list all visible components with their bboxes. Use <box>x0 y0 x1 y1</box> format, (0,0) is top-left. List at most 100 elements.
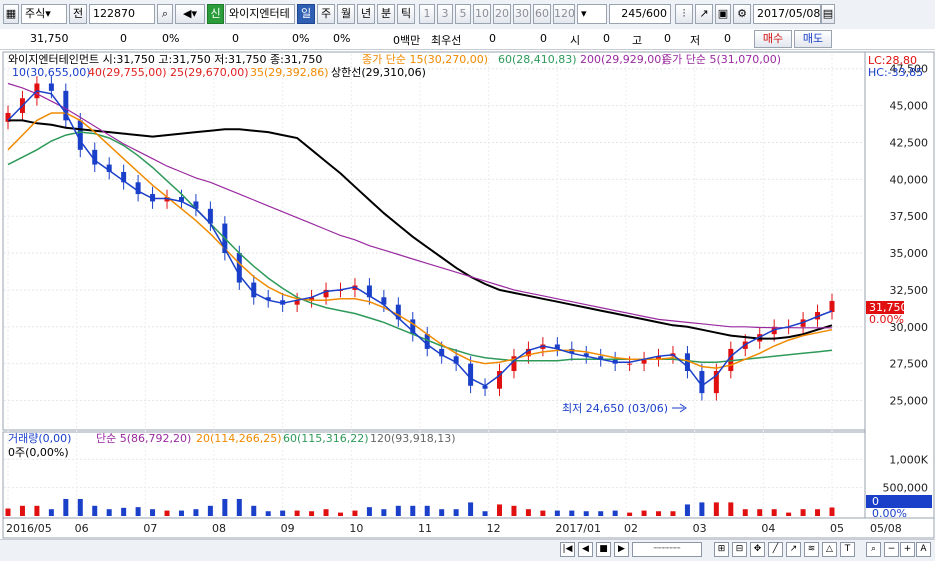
interval-button-5[interactable]: 5 <box>455 4 471 24</box>
period-tab-week[interactable]: 주 <box>317 4 335 24</box>
volume-bar <box>757 509 763 516</box>
low-label: 저 <box>690 34 701 47</box>
interval-button-3[interactable]: 3 <box>437 4 453 24</box>
period-tab-tick[interactable]: 틱 <box>397 4 415 24</box>
volume-bar <box>713 502 719 516</box>
volume-bar <box>540 510 546 516</box>
period-tab-year[interactable]: 년 <box>357 4 375 24</box>
volume-legend-ma60: 60(115,316,22) <box>283 432 369 445</box>
price-tick-label: 35,000 <box>890 247 929 260</box>
trade-amount: 0백만 <box>393 34 421 47</box>
market-type-select[interactable]: 주식▾ <box>21 4 67 24</box>
volume-bar <box>482 511 488 516</box>
stock-name-field: 와이지엔터테 <box>225 4 295 24</box>
prev-page-icon[interactable]: ◀ <box>578 542 593 557</box>
trend-icon[interactable]: ↗ <box>786 542 801 557</box>
price-tick-label: 45,000 <box>890 100 929 113</box>
period-tab-month[interactable]: 월 <box>337 4 355 24</box>
fib-icon[interactable]: ≋ <box>804 542 819 557</box>
cursor-icon[interactable]: ✥ <box>750 542 765 557</box>
volume-pct: 0% <box>292 32 310 45</box>
period-tab-minute[interactable]: 분 <box>377 4 395 24</box>
stock-code-input[interactable]: 122870 <box>89 4 155 24</box>
interval-button-1[interactable]: 1 <box>419 4 435 24</box>
volume-bar <box>265 511 271 516</box>
text-tool-icon[interactable]: T <box>840 542 855 557</box>
chart-menu-icon[interactable]: ▦ <box>3 4 19 24</box>
calendar-icon[interactable]: ▤ <box>821 4 835 24</box>
stock-chart[interactable]: 25,00027,50030,00032,50035,00037,50040,0… <box>0 50 935 539</box>
legend-ma35: 35(29,392,86) <box>250 66 329 79</box>
scroll-slider[interactable]: ┈┈┈┈┈ <box>632 542 702 557</box>
buy-button[interactable]: 매수 <box>754 30 792 48</box>
volume-bar <box>583 511 589 516</box>
chart-navigation-bar: |◀ ◀ ■ ▶ ┈┈┈┈┈ ⊞ ⊟ ✥ ╱ ↗ ≋ △ T ⌕ − + A <box>0 539 935 561</box>
data-count-field[interactable]: 245/600 <box>609 4 671 24</box>
shape-icon[interactable]: △ <box>822 542 837 557</box>
price-tick-label: 32,500 <box>890 284 929 297</box>
font-size-icon[interactable]: A <box>916 542 931 557</box>
candle-body <box>627 363 633 365</box>
volume-bar <box>19 505 25 516</box>
volume-bar <box>684 504 690 516</box>
volume-legend-title: 거래량(0,00) <box>8 432 71 445</box>
legend-hc: HC:-33,85 <box>868 66 923 79</box>
best-quote-label: 최우선 <box>431 34 462 47</box>
save-icon[interactable]: ▣ <box>715 4 731 24</box>
stock-name-value: 와이지엔터테 <box>229 7 290 20</box>
volume-bar <box>554 510 560 516</box>
interval-button-20[interactable]: 20 <box>493 4 511 24</box>
sell-button[interactable]: 매도 <box>794 30 832 48</box>
candle-type-icon[interactable]: ⫶ <box>675 4 693 24</box>
volume-bar <box>815 509 821 516</box>
draw-line-icon[interactable]: ╱ <box>768 542 783 557</box>
volume-legend-sub: 0주(0,00%) <box>8 446 69 459</box>
date-tick-label: 04 <box>761 522 775 535</box>
volume-bar <box>92 505 98 516</box>
fit-icon[interactable]: ⊟ <box>732 542 747 557</box>
date-tick-label: 06 <box>75 522 89 535</box>
volume-bar <box>294 510 300 516</box>
zoom-search-icon[interactable]: ⌕ <box>866 542 881 557</box>
settings-gear-icon[interactable]: ⚙ <box>733 4 751 24</box>
volume-tick-label: 500,000 <box>883 482 929 495</box>
legend-ma5: 종가 단순 5(31,070,00) <box>662 53 781 66</box>
date-value: 2017/05/08 <box>757 7 821 20</box>
interval-button-30[interactable]: 30 <box>513 4 531 24</box>
zoom-out-icon[interactable]: − <box>884 542 899 557</box>
best-bid: 0 <box>489 32 496 45</box>
volume-bar <box>309 511 315 516</box>
volume-bar <box>150 509 156 516</box>
next-page-icon[interactable]: ▶ <box>614 542 629 557</box>
interval-button-120[interactable]: 120 <box>553 4 575 24</box>
stock-code-value: 122870 <box>93 7 135 20</box>
legend-upper-limit: 상한선(29,310,06) <box>331 66 426 79</box>
prev-button[interactable]: 전 <box>69 4 87 24</box>
zoom-area-icon[interactable]: ⊞ <box>714 542 729 557</box>
best-ask: 0 <box>540 32 547 45</box>
volume-bar <box>5 508 11 516</box>
date-field[interactable]: 2017/05/08 <box>753 4 821 24</box>
volume-bar <box>395 505 401 516</box>
volume-bar <box>280 510 286 516</box>
code-search-icon[interactable]: ⌕ <box>157 4 173 24</box>
interval-select[interactable]: ▾ <box>577 4 607 24</box>
volume-bar <box>193 509 199 516</box>
first-page-icon[interactable]: |◀ <box>560 542 575 557</box>
indicator-icon[interactable]: ↗ <box>695 4 713 24</box>
volume-bar <box>178 510 184 516</box>
interval-button-10[interactable]: 10 <box>473 4 491 24</box>
volume-bar <box>207 505 213 516</box>
date-tick-label: 07 <box>143 522 157 535</box>
volume-bar <box>106 509 112 516</box>
zoom-in-icon[interactable]: + <box>900 542 915 557</box>
speaker-icon[interactable]: ◀▾ <box>175 4 205 24</box>
price-pane[interactable] <box>2 51 866 431</box>
volume-bar <box>164 510 170 516</box>
volume-value: 0 <box>232 32 239 45</box>
stop-icon[interactable]: ■ <box>596 542 611 557</box>
date-tick-label: 09 <box>281 522 295 535</box>
volume-bar <box>410 505 416 516</box>
interval-button-60[interactable]: 60 <box>533 4 551 24</box>
period-tab-day[interactable]: 일 <box>297 4 315 24</box>
